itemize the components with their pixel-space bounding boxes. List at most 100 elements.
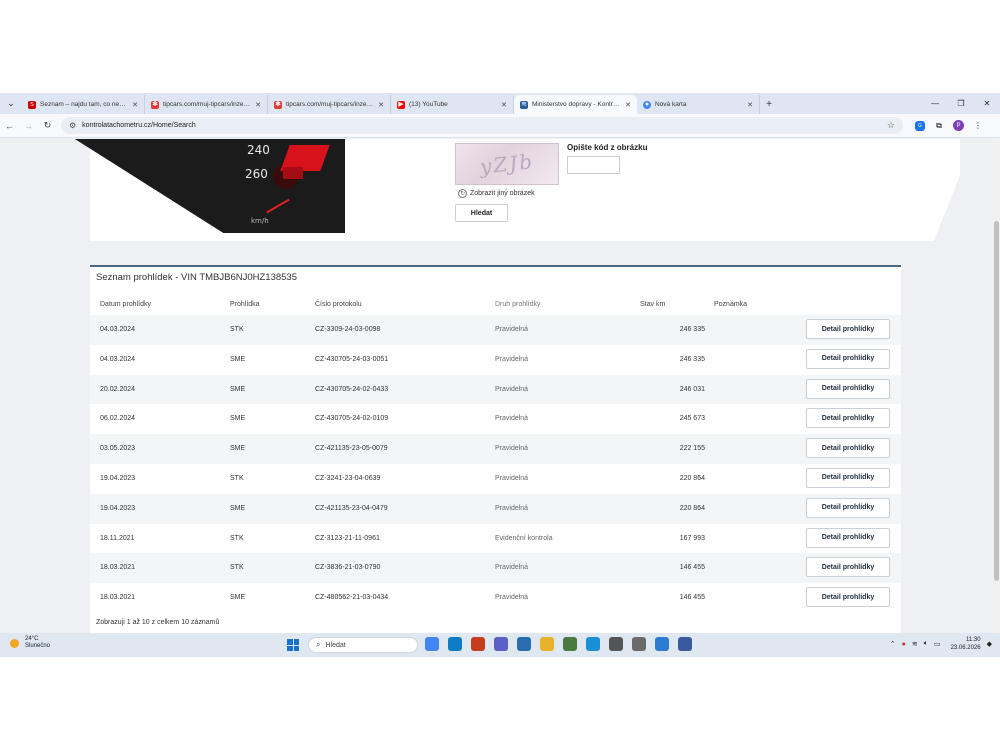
edge-icon[interactable]	[448, 637, 462, 651]
windows-start-icon[interactable]	[287, 639, 299, 651]
cell-date: 19.04.2023	[100, 474, 136, 482]
close-tab-icon[interactable]: ✕	[501, 101, 507, 109]
scrollbar-thumb[interactable]	[994, 221, 999, 581]
chrome-icon[interactable]	[425, 637, 439, 651]
edge-browser-icon[interactable]	[586, 637, 600, 651]
search-button[interactable]: Hledat	[455, 204, 508, 222]
close-tab-icon[interactable]: ✕	[747, 101, 753, 109]
tab-label: Seznam – najdu tam, co neznám	[40, 101, 129, 108]
taskbar-search[interactable]: ⌕ Hledat	[308, 637, 418, 653]
notification-icon[interactable]: ◆	[987, 640, 992, 648]
snip-icon[interactable]	[678, 637, 692, 651]
system-clock[interactable]: 11:30 23.06.2026	[951, 636, 981, 652]
game-icon[interactable]	[609, 637, 623, 651]
cell-kind: Pravidelná	[495, 564, 529, 572]
table-row: 19.04.2023 SME CZ-421135-23-04-0479 Pravide…	[90, 493, 901, 524]
detail-button[interactable]: Detail prohlídky	[806, 348, 890, 369]
security-icon[interactable]: ●	[902, 641, 906, 648]
browser-tab[interactable]: ✱ tipcars.com/muj-tipcars/inzerce ✕	[145, 95, 268, 114]
weather-widget[interactable]: 24°C Slunečno	[10, 636, 50, 650]
browser-tab[interactable]: ▶ (13) YouTube ✕	[391, 95, 514, 114]
cell-km: 246 335	[679, 326, 705, 333]
speedometer-label: 260	[245, 167, 268, 181]
detail-button[interactable]: Detail prohlídky	[806, 319, 890, 339]
youtube-icon: ▶	[397, 100, 405, 109]
bookmark-star-icon[interactable]: ☆	[887, 120, 895, 131]
chevron-up-icon[interactable]: ⌃	[890, 640, 896, 648]
menu-kebab-icon[interactable]: ⋮	[970, 118, 986, 134]
detail-button[interactable]: Detail prohlídky	[806, 438, 890, 459]
detail-button[interactable]: Detail prohlídky	[806, 497, 890, 518]
minimize-icon[interactable]: —	[922, 93, 948, 114]
sun-icon	[10, 638, 19, 648]
cell-date: 04.03.2024	[100, 326, 136, 333]
close-tab-icon[interactable]: ✕	[378, 101, 384, 109]
store-icon[interactable]	[517, 637, 531, 651]
restore-icon[interactable]: ❐	[948, 93, 974, 114]
powerpoint-icon[interactable]	[471, 637, 485, 651]
cell-type: SME	[230, 445, 246, 453]
folder-icon[interactable]	[540, 637, 554, 651]
browser-tab[interactable]: ✱ tipcars.com/muj-tipcars/inzerce ✕	[268, 95, 391, 114]
detail-button[interactable]: Detail prohlídky	[806, 557, 890, 578]
taskbar-apps	[425, 637, 701, 651]
captcha-image: yZJb	[455, 143, 559, 185]
table-row: 20.02.2024 SME CZ-430705-24-02-0433 Pravide…	[90, 374, 901, 405]
app-icon[interactable]	[563, 637, 577, 651]
cell-type: SME	[230, 594, 246, 602]
browser-tab-active[interactable]: ≋ Ministerstvo dopravy - Kontrola ✕	[514, 95, 637, 114]
extension-icon[interactable]: G	[915, 120, 925, 131]
url-text[interactable]: kontrolatachometru.cz/Home/Search	[82, 122, 887, 129]
tab-label: Ministerstvo dopravy - Kontrola	[532, 101, 622, 108]
tool-icon[interactable]	[632, 637, 646, 651]
close-tab-icon[interactable]: ✕	[625, 101, 631, 109]
detail-button[interactable]: Detail prohlídky	[806, 467, 890, 488]
browser-toolbar: ← → ↻ ⚙ kontrolatachometru.cz/Home/Searc…	[0, 114, 1000, 138]
detail-button[interactable]: Detail prohlídky	[806, 587, 890, 608]
back-icon[interactable]: ←	[0, 116, 19, 136]
cell-protocol: CZ-3836-21-03-0790	[315, 564, 381, 572]
teams-icon[interactable]	[494, 637, 508, 651]
battery-icon[interactable]: ▭	[934, 640, 941, 648]
network-icon[interactable]	[655, 637, 669, 651]
forward-icon[interactable]: →	[19, 116, 38, 136]
tab-label: Nová karta	[655, 101, 687, 108]
system-tray: ⌃ ● ≋ 🔈︎ ▭ 11:30 23.06.2026 ◆	[884, 636, 992, 652]
tab-search-icon[interactable]: ⌄	[0, 93, 22, 114]
page-scrollbar[interactable]	[993, 139, 1000, 633]
cell-protocol: CZ-3241-23-04-0639	[315, 474, 381, 482]
extensions-puzzle-icon[interactable]: ⧉	[931, 118, 947, 134]
reload-icon[interactable]: ↻	[38, 116, 57, 136]
column-header-note: Poznámka	[714, 301, 748, 308]
cell-type: STK	[230, 326, 244, 333]
wifi-icon[interactable]: ≋	[912, 640, 918, 648]
captcha-code-input[interactable]	[567, 156, 620, 174]
cell-type: SME	[230, 355, 246, 363]
browser-tab[interactable]: ● Nová karta ✕	[637, 95, 760, 114]
cell-kind: Pravidelná	[495, 594, 529, 602]
captcha-refresh-link[interactable]: ↻ Zobrazit jiný obrázek	[458, 189, 535, 198]
close-tab-icon[interactable]: ✕	[132, 101, 138, 109]
detail-button[interactable]: Detail prohlídky	[806, 527, 890, 548]
cell-km: 246 031	[679, 385, 705, 393]
close-tab-icon[interactable]: ✕	[255, 101, 261, 109]
browser-tab[interactable]: s Seznam – najdu tam, co neznám ✕	[22, 95, 145, 114]
table-info: Zobrazuji 1 až 10 z celkem 10 záznamů	[96, 619, 220, 626]
detail-button[interactable]: Detail prohlídky	[806, 408, 890, 429]
cell-date: 06.02.2024	[100, 415, 136, 423]
column-header-type: Prohlídka	[230, 301, 260, 308]
volume-icon[interactable]: 🔈︎	[924, 640, 928, 648]
search-icon: ⌕	[316, 640, 321, 649]
close-window-icon[interactable]: ✕	[974, 93, 1000, 114]
table-row: 18.03.2021 STK CZ-3836-21-03-0790 Pravideln…	[90, 553, 901, 584]
new-tab-button[interactable]: +	[760, 95, 778, 114]
address-bar[interactable]: ⚙ kontrolatachometru.cz/Home/Search ☆	[61, 117, 903, 134]
table-row: 06.02.2024 SME CZ-430705-24-02-0109 Pravide…	[90, 404, 901, 434]
profile-avatar[interactable]: P	[953, 120, 964, 131]
site-info-icon[interactable]: ⚙	[69, 121, 76, 130]
detail-button[interactable]: Detail prohlídky	[806, 378, 890, 399]
cell-type: SME	[230, 415, 246, 423]
speedometer-label: 240	[247, 143, 270, 157]
chrome-icon: ●	[643, 100, 651, 109]
clock-date: 23.06.2026	[950, 645, 981, 651]
